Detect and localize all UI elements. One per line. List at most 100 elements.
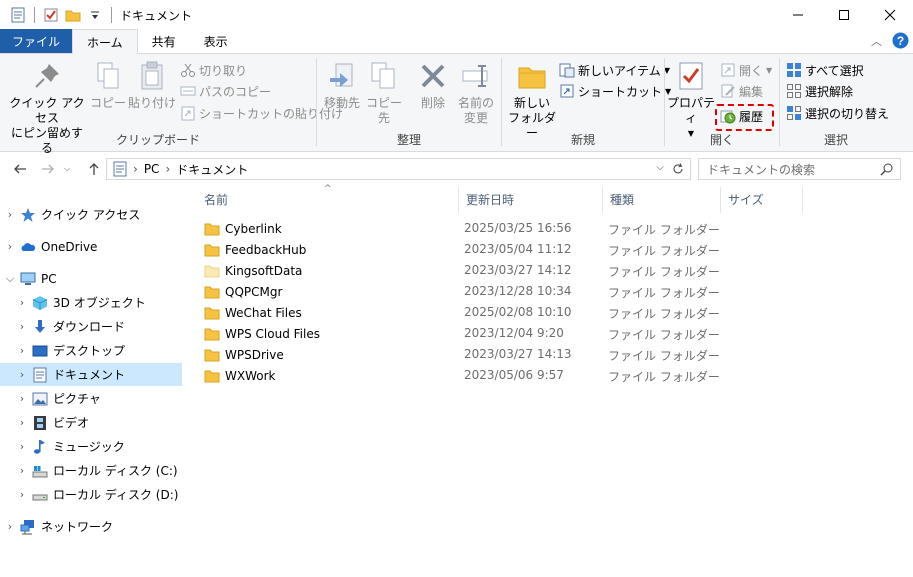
sort-ascending-icon: ^ <box>324 184 332 194</box>
expand-chevron-icon[interactable]: › <box>12 344 32 357</box>
address-dropdown-icon[interactable]: ⌵ <box>656 162 664 173</box>
column-header-modified[interactable]: 更新日時 <box>458 185 603 213</box>
minimize-button[interactable] <box>775 0 821 30</box>
copy-path-button[interactable]: パスのコピー <box>180 81 271 101</box>
ribbon-collapse-icon[interactable]: ︿ <box>871 33 882 49</box>
nav-item-desktop[interactable]: › デスクトップ <box>0 339 182 362</box>
properties-doc-icon[interactable] <box>10 7 26 23</box>
new-folder-qat-icon[interactable] <box>65 7 81 23</box>
paste-button[interactable]: 貼り付け <box>128 60 176 111</box>
nav-item-3d-objects[interactable]: › 3D オブジェクト <box>0 291 182 314</box>
breadcrumb-documents[interactable]: ドキュメント <box>176 161 248 178</box>
new-item-button[interactable]: 新しいアイテム ▼ <box>559 60 670 80</box>
properties-button[interactable]: プロパティ ▼ <box>666 60 716 141</box>
rename-button[interactable]: 名前の 変更 <box>454 60 498 126</box>
file-row[interactable]: WXWork <box>204 365 275 386</box>
nav-item-pc[interactable]: ⌵ PC <box>0 267 182 290</box>
expand-chevron-icon[interactable]: › <box>12 320 32 333</box>
expand-chevron-icon[interactable]: › <box>12 488 32 501</box>
checklist-icon[interactable] <box>43 7 59 23</box>
nav-item-documents[interactable]: › ドキュメント <box>0 363 182 386</box>
recent-locations-button[interactable]: ⌵ <box>62 161 72 177</box>
file-type: ファイル フォルダー <box>608 349 720 363</box>
forward-button[interactable] <box>40 161 56 177</box>
ribbon: クイック アクセス にピン留めする コピー 貼り付け 切り取り パスのコピー シ… <box>0 54 913 155</box>
cut-button[interactable]: 切り取り <box>180 60 247 80</box>
qat-dropdown-icon[interactable] <box>87 7 103 23</box>
file-modified-date: 2023/03/27 14:12 <box>464 263 572 277</box>
expand-chevron-icon[interactable]: › <box>0 240 20 253</box>
expand-chevron-icon[interactable]: › <box>0 520 20 533</box>
cut-label: 切り取り <box>199 63 248 78</box>
file-row[interactable]: KingsoftData <box>204 260 302 281</box>
up-button[interactable] <box>86 161 102 177</box>
new-folder-button[interactable]: 新しい フォルダー <box>507 60 557 141</box>
column-header-type[interactable]: 種類 <box>602 185 720 213</box>
tab-share[interactable]: 共有 <box>138 29 190 53</box>
file-row[interactable]: WPSDrive <box>204 344 284 365</box>
nav-item-disk-d[interactable]: › ローカル ディスク (D:) <box>0 483 182 506</box>
search-box[interactable]: ドキュメントの検索 <box>698 158 901 180</box>
file-row[interactable]: FeedbackHub <box>204 239 306 260</box>
select-all-button[interactable]: すべて選択 <box>786 60 864 80</box>
select-none-button[interactable]: 選択解除 <box>786 81 853 101</box>
column-header-name[interactable]: 名前 ^ <box>196 184 458 213</box>
open-button[interactable]: 開く ▼ <box>720 60 772 80</box>
copy-button[interactable]: コピー <box>90 60 126 111</box>
nav-item-quick-access[interactable]: › クイック アクセス <box>0 203 182 226</box>
column-header-size[interactable]: サイズ <box>720 185 802 213</box>
nav-label: PC <box>41 271 57 286</box>
search-icon[interactable] <box>880 162 894 176</box>
copy-to-button[interactable]: コピー先 <box>364 60 404 126</box>
shortcut-button[interactable]: ショートカット ▼ <box>559 81 671 101</box>
file-row[interactable]: Cyberlink <box>204 218 282 239</box>
file-row[interactable]: WPS Cloud Files <box>204 323 320 344</box>
delete-x-icon <box>421 64 445 88</box>
tab-home[interactable]: ホーム <box>72 29 138 54</box>
delete-button[interactable]: 削除 <box>416 60 450 111</box>
shortcut-label: ショートカット <box>578 84 663 99</box>
nav-item-videos[interactable]: › ビデオ <box>0 411 182 434</box>
address-box[interactable]: › PC › ドキュメント ⌵ <box>106 158 691 180</box>
expand-chevron-icon[interactable]: › <box>12 416 32 429</box>
column-divider[interactable] <box>802 187 803 213</box>
invert-selection-button[interactable]: 選択の切り替え <box>786 103 889 123</box>
help-icon[interactable]: ? <box>892 32 909 49</box>
expand-chevron-icon[interactable]: › <box>12 464 32 477</box>
maximize-button[interactable] <box>821 0 867 30</box>
scissors-icon <box>181 63 195 77</box>
select-none-label: 選択解除 <box>805 84 854 99</box>
nav-item-downloads[interactable]: › ダウンロード <box>0 315 182 338</box>
qat-separator <box>34 7 35 23</box>
move-to-button[interactable]: 移動先 <box>320 60 364 111</box>
file-name: WPS Cloud Files <box>225 326 320 341</box>
nav-item-onedrive[interactable]: › OneDrive <box>0 235 182 258</box>
nav-item-network[interactable]: › ネットワーク <box>0 515 182 538</box>
back-button[interactable] <box>12 161 28 177</box>
file-row[interactable]: WeChat Files <box>204 302 302 323</box>
ribbon-separator <box>664 58 665 146</box>
properties-label: プロパティ <box>666 96 715 125</box>
collapse-chevron-icon[interactable]: ⌵ <box>0 272 20 286</box>
folder-icon <box>204 370 220 382</box>
open-icon <box>721 63 735 77</box>
refresh-icon[interactable] <box>671 162 685 176</box>
nav-item-music[interactable]: › ミュージック <box>0 435 182 458</box>
documents-icon <box>33 367 47 382</box>
edit-button[interactable]: 編集 <box>720 81 763 101</box>
folder-icon <box>204 349 220 361</box>
breadcrumb-pc[interactable]: PC <box>144 162 160 176</box>
tab-view[interactable]: 表示 <box>190 29 242 53</box>
nav-item-pictures[interactable]: › ピクチャ <box>0 387 182 410</box>
expand-chevron-icon[interactable]: › <box>12 392 32 405</box>
nav-item-disk-c[interactable]: › ローカル ディスク (C:) <box>0 459 182 482</box>
tab-file[interactable]: ファイル <box>0 29 73 53</box>
expand-chevron-icon[interactable]: › <box>0 208 20 221</box>
nav-label: ローカル ディスク (D:) <box>53 488 179 502</box>
expand-chevron-icon[interactable]: › <box>12 296 32 309</box>
close-button[interactable] <box>867 0 913 30</box>
file-row[interactable]: QQPCMgr <box>204 281 282 302</box>
expand-chevron-icon[interactable]: › <box>12 440 32 453</box>
expand-chevron-icon[interactable]: › <box>12 368 32 381</box>
nav-label: クイック アクセス <box>41 208 141 222</box>
